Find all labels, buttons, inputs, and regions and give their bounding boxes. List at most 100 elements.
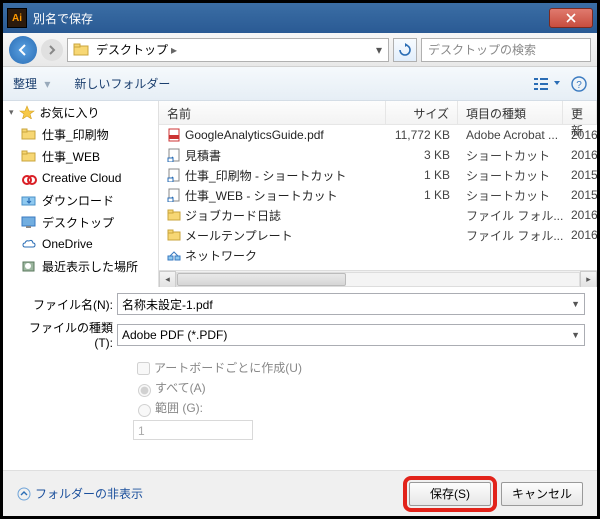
recent-icon (21, 259, 37, 273)
sidebar-favorites-header[interactable]: ▾ お気に入り (3, 101, 158, 123)
scroll-right-arrow[interactable]: ▸ (580, 271, 597, 287)
sidebar-item[interactable]: デスクトップ (3, 211, 158, 233)
filetype-label: ファイルの種類(T): (15, 319, 117, 350)
file-name: GoogleAnalyticsGuide.pdf (185, 128, 324, 142)
view-icon (533, 76, 561, 92)
per-artboard-checkbox (137, 362, 150, 375)
breadcrumb-location: デスクトップ (96, 41, 168, 58)
app-icon: Ai (7, 8, 27, 28)
title-bar: Ai 別名で保存 (3, 3, 597, 33)
range-input: 1 (133, 420, 253, 440)
horizontal-scrollbar[interactable]: ◂ ▸ (159, 270, 597, 287)
table-row[interactable]: 見積書3 KBショートカット2016 (159, 145, 597, 165)
file-date: 2015 (563, 188, 597, 202)
file-icon (167, 188, 181, 202)
form-area: ファイル名(N): 名称未設定-1.pdf ▼ ファイルの種類(T): Adob… (3, 287, 597, 441)
sidebar-item[interactable]: 仕事_WEB (3, 145, 158, 167)
sidebar-item[interactable]: OneDrive (3, 233, 158, 255)
column-date[interactable]: 更新 (563, 101, 597, 124)
file-name: 仕事_印刷物 - ショートカット (185, 167, 346, 184)
file-icon (167, 148, 181, 162)
file-type: ショートカット (458, 167, 563, 184)
artboard-options: アートボードごとに作成(U) すべて(A) 範囲 (G): 1 (133, 358, 585, 441)
chevron-up-icon (17, 487, 31, 501)
range-radio (138, 404, 151, 417)
search-input[interactable]: デスクトップの検索 (421, 38, 591, 62)
sidebar-item[interactable]: 最近表示した場所 (3, 255, 158, 277)
file-name: 見積書 (185, 147, 221, 164)
file-icon (167, 128, 181, 142)
table-row[interactable]: GoogleAnalyticsGuide.pdf 11,772 KBAdobe A… (159, 125, 597, 145)
file-size: 11,772 KB (386, 128, 458, 142)
save-button[interactable]: 保存(S) (409, 482, 491, 506)
back-button[interactable] (9, 36, 37, 64)
column-type[interactable]: 項目の種類 (458, 101, 563, 124)
downloads-icon (21, 193, 37, 207)
organize-menu[interactable]: 整理 ▾ (13, 75, 50, 92)
window-title: 別名で保存 (33, 10, 93, 27)
chevron-down-icon: ▾ (9, 107, 14, 118)
file-date: 2016 (563, 228, 597, 242)
file-name: ネットワーク (185, 247, 257, 264)
sidebar-item[interactable]: Creative Cloud (3, 167, 158, 189)
refresh-icon (398, 43, 412, 57)
close-button[interactable] (549, 8, 593, 28)
hide-folders-link[interactable]: フォルダーの非表示 (17, 485, 143, 502)
close-icon (565, 13, 577, 23)
folder-icon (21, 149, 37, 163)
file-type: ファイル フォル... (458, 227, 563, 244)
breadcrumb[interactable]: デスクトップ ▸ ▾ (67, 38, 389, 62)
forward-button[interactable] (41, 39, 63, 61)
filetype-select[interactable]: Adobe PDF (*.PDF) ▼ (117, 324, 585, 346)
file-size: 1 KB (386, 168, 458, 182)
file-size: 3 KB (386, 148, 458, 162)
file-type: Adobe Acrobat ... (458, 128, 563, 142)
footer: フォルダーの非表示 保存(S) キャンセル (3, 470, 597, 516)
sidebar-item[interactable]: 仕事_印刷物 (3, 123, 158, 145)
all-radio (138, 384, 151, 397)
help-button[interactable]: ? (571, 76, 587, 92)
filename-input[interactable]: 名称未設定-1.pdf ▼ (117, 293, 585, 315)
new-folder-button[interactable]: 新しいフォルダー (74, 75, 170, 92)
scroll-thumb[interactable] (177, 273, 346, 286)
scroll-track[interactable] (176, 272, 580, 287)
table-row[interactable]: メールテンプレート ファイル フォル...2016 (159, 225, 597, 245)
toolbar: 整理 ▾ 新しいフォルダー ? (3, 67, 597, 101)
help-icon: ? (571, 76, 587, 92)
view-options-button[interactable] (533, 76, 561, 92)
arrow-right-icon (47, 45, 57, 55)
column-headers[interactable]: 名前 サイズ 項目の種類 更新 (159, 101, 597, 125)
table-row[interactable]: 仕事_WEB - ショートカット1 KBショートカット2015 (159, 185, 597, 205)
table-row[interactable]: 仕事_印刷物 - ショートカット1 KBショートカット2015 (159, 165, 597, 185)
column-size[interactable]: サイズ (386, 101, 458, 124)
search-placeholder: デスクトップの検索 (428, 41, 536, 58)
chevron-down-icon[interactable]: ▾ (370, 43, 388, 57)
file-date: 2016 (563, 208, 597, 222)
column-name[interactable]: 名前 (159, 101, 386, 124)
svg-text:?: ? (576, 80, 582, 91)
table-row[interactable]: ジョブカード日誌ファイル フォル...2016 (159, 205, 597, 225)
table-row[interactable]: ネットワーク (159, 245, 597, 265)
sidebar-item[interactable]: ダウンロード (3, 189, 158, 211)
file-size: 1 KB (386, 188, 458, 202)
nav-bar: デスクトップ ▸ ▾ デスクトップの検索 (3, 33, 597, 67)
file-name: メールテンプレート (185, 227, 293, 244)
sidebar-favorites-label: お気に入り (40, 104, 100, 121)
folder-icon (72, 42, 92, 58)
chevron-right-icon: ▸ (171, 43, 177, 57)
filename-label: ファイル名(N): (15, 296, 117, 313)
file-date: 2016 (563, 128, 597, 142)
cancel-button[interactable]: キャンセル (501, 482, 583, 506)
desktop-icon (21, 215, 37, 229)
file-icon (167, 248, 181, 262)
creative-cloud-icon (21, 171, 37, 185)
onedrive-icon (21, 237, 37, 251)
file-name: 仕事_WEB - ショートカット (185, 187, 338, 204)
file-icon (167, 168, 181, 182)
scroll-left-arrow[interactable]: ◂ (159, 271, 176, 287)
chevron-down-icon[interactable]: ▼ (571, 299, 580, 309)
star-icon (19, 105, 35, 119)
chevron-down-icon[interactable]: ▼ (571, 330, 580, 340)
file-list: 名前 サイズ 項目の種類 更新 GoogleAnalyticsGuide.pdf… (159, 101, 597, 287)
refresh-button[interactable] (393, 38, 417, 62)
